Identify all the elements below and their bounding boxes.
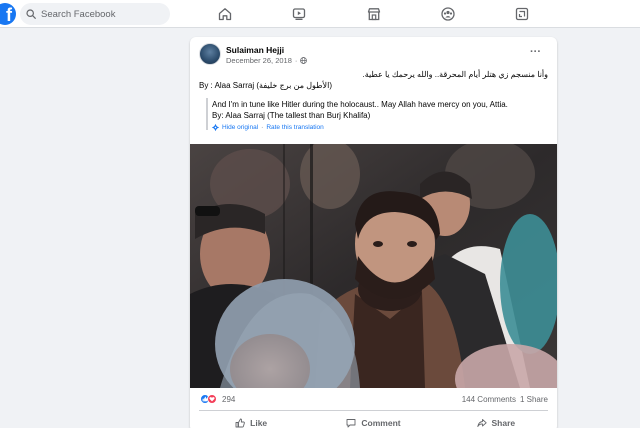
post-meta: December 26, 2018 ·	[226, 56, 308, 65]
home-icon	[218, 8, 232, 21]
actions-divider	[199, 410, 548, 411]
comment-button[interactable]: Comment	[312, 414, 434, 428]
heart-icon	[209, 397, 215, 402]
search-input[interactable]	[41, 8, 151, 20]
gear-icon	[212, 124, 219, 131]
crowd-photo-image	[190, 144, 557, 388]
translation-line-2: By: Alaa Sarraj (The tallest than Burj K…	[212, 111, 371, 120]
nav-home[interactable]	[218, 7, 232, 21]
post-photo[interactable]	[190, 144, 557, 388]
facebook-logo[interactable]: f	[0, 3, 16, 25]
love-reaction-icon	[207, 394, 217, 404]
like-label: Like	[250, 418, 268, 428]
comment-icon	[346, 419, 356, 428]
thumbs-up-icon	[235, 418, 245, 428]
share-icon	[476, 419, 487, 427]
marketplace-icon	[367, 8, 381, 21]
comments-count-link[interactable]: 144 Comments	[462, 395, 516, 404]
reaction-count: 294	[222, 394, 236, 404]
post-date[interactable]: December 26, 2018	[226, 56, 292, 65]
watch-icon	[292, 8, 306, 20]
shares-count-link[interactable]: 1 Share	[520, 395, 548, 404]
link-separator: ·	[261, 124, 264, 131]
post-text-line-1: وأنا منسجم زي هتلر أيام المحرقة.. والله …	[362, 70, 549, 79]
post-options-button[interactable]: ···	[530, 46, 541, 58]
rate-translation-link[interactable]: Rate this translation	[266, 124, 323, 131]
search-icon	[26, 9, 36, 19]
translation-block: And I'm in tune like Hitler during the h…	[206, 98, 546, 131]
engagement-stats: 144 Comments 1 Share	[462, 395, 548, 404]
author-avatar[interactable]	[199, 43, 221, 65]
top-navigation-bar: f	[0, 0, 640, 28]
reactions-summary[interactable]: 294	[200, 394, 235, 404]
like-button[interactable]: Like	[190, 414, 312, 428]
gaming-icon	[515, 7, 529, 21]
translation-links: Hide original · Rate this translation	[212, 124, 324, 131]
share-label: Share	[491, 418, 516, 428]
globe-icon	[300, 57, 308, 64]
groups-icon	[441, 7, 455, 21]
post-author-name[interactable]: Sulaiman Hejji	[226, 45, 284, 55]
translation-line-1: And I'm in tune like Hitler during the h…	[212, 100, 508, 109]
nav-gaming[interactable]	[515, 7, 529, 21]
nav-watch[interactable]	[292, 7, 306, 21]
post-text-line-2: By : Alaa Sarraj (الأطول من برج خليفة)	[199, 81, 332, 90]
nav-groups[interactable]	[441, 7, 455, 21]
post-card: Sulaiman Hejji December 26, 2018 · ··· و…	[190, 37, 557, 428]
hide-original-link[interactable]: Hide original	[222, 124, 258, 131]
post-actions-bar: Like Comment Share	[190, 414, 557, 428]
share-button[interactable]: Share	[435, 414, 557, 428]
nav-marketplace[interactable]	[367, 7, 381, 21]
comment-label: Comment	[361, 418, 401, 428]
search-box[interactable]	[20, 3, 170, 25]
meta-separator: ·	[294, 56, 298, 65]
